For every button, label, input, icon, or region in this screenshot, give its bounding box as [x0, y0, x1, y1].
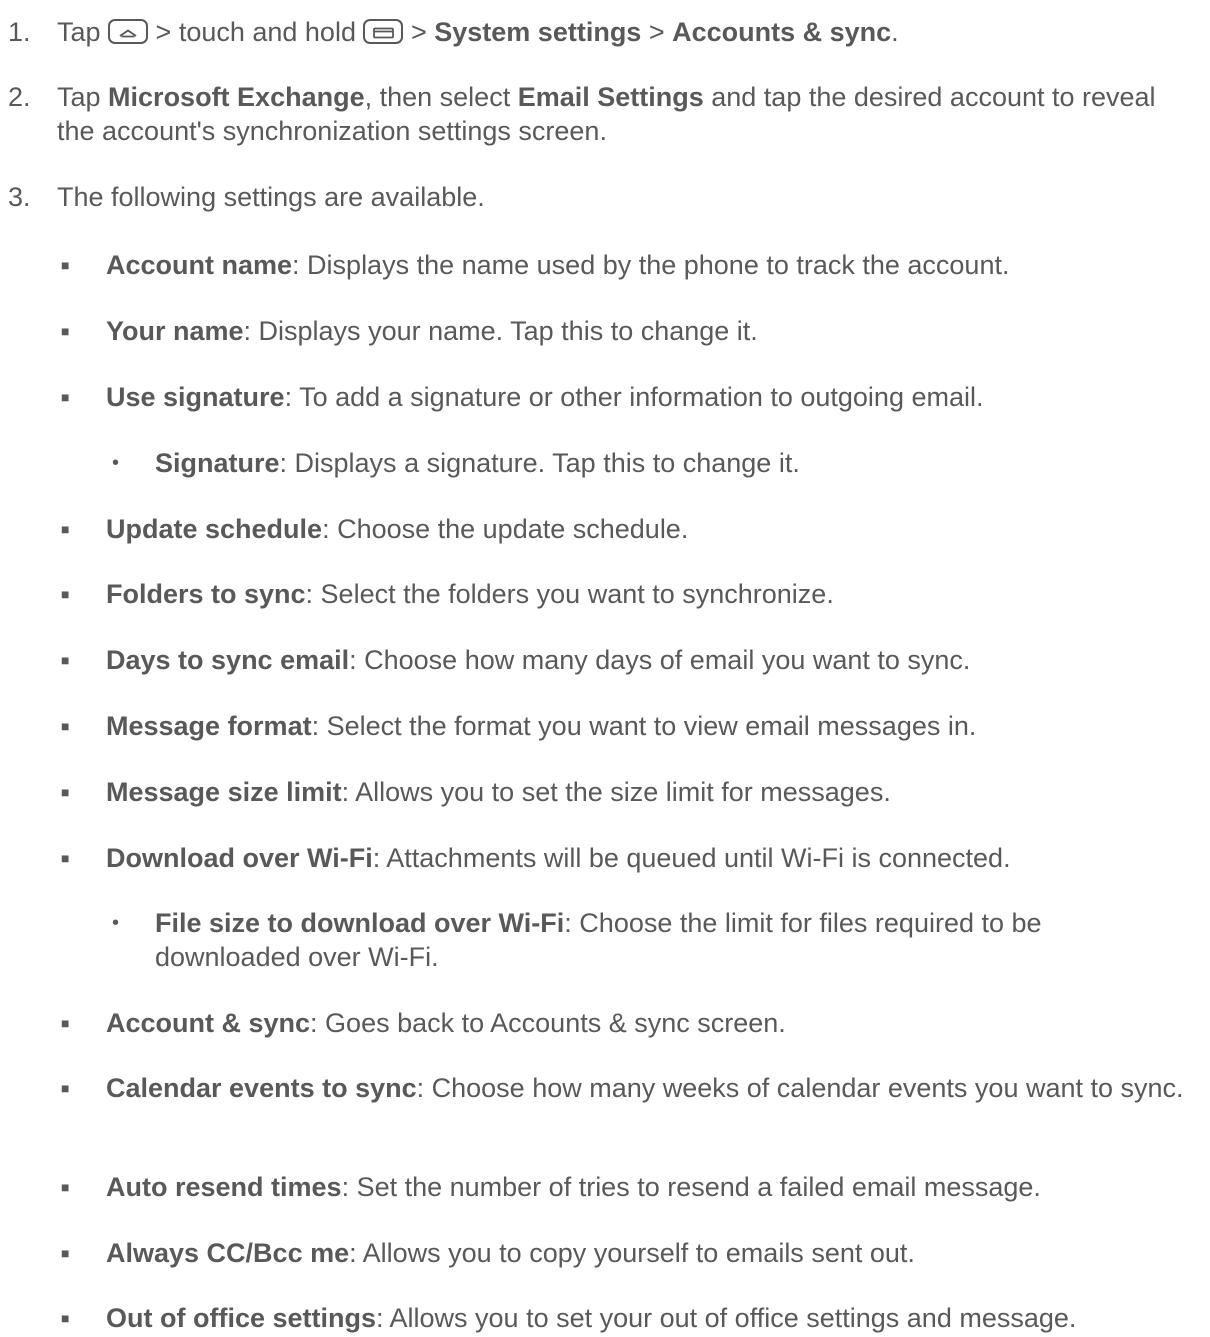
menu-path-microsoft-exchange: Microsoft Exchange [108, 82, 365, 112]
setting-term: Your name [106, 316, 244, 346]
setting-description: : Select the format you want to view ema… [311, 711, 977, 741]
setting-description: : Displays a signature. Tap this to chan… [279, 448, 800, 478]
list-item: ■ Use signature: To add a signature or ot… [0, 380, 1210, 414]
setting-term: Download over Wi-Fi [106, 843, 373, 873]
setting-term: Signature [155, 448, 280, 478]
list-item: ■ Out of office settings: Allows you to s… [0, 1301, 1210, 1335]
square-bullet-icon: ■ [61, 1179, 70, 1195]
square-bullet-icon: ■ [61, 1245, 70, 1261]
square-bullet-icon: ■ [61, 389, 70, 405]
list-item: ■ Account & sync: Goes back to Accounts &… [0, 1006, 1210, 1040]
step-text: The following settings are available. [57, 182, 485, 212]
setting-term: Auto resend times [106, 1172, 342, 1202]
setting-term: Out of office settings [106, 1303, 376, 1333]
step-number: 3. [8, 182, 31, 212]
step-number: 1. [8, 17, 31, 47]
setting-description: : Displays the name used by the phone to… [292, 250, 1010, 280]
square-bullet-icon: ■ [61, 784, 70, 800]
setting-description: : Choose how many days of email you want… [349, 645, 971, 675]
setting-description: : Set the number of tries to resend a fa… [341, 1172, 1041, 1202]
list-item: ■ Account name: Displays the name used by… [0, 248, 1210, 282]
square-bullet-icon: ■ [61, 718, 70, 734]
step-text: Tap [57, 82, 109, 112]
setting-description: : Displays your name. Tap this to change… [243, 316, 758, 346]
setting-description: : Goes back to Accounts & sync screen. [310, 1008, 786, 1038]
setting-description: : Attachments will be queued until Wi-Fi… [372, 843, 1011, 873]
square-bullet-icon: ■ [61, 521, 70, 537]
list-item: ■ Auto resend times: Set the number of tr… [0, 1170, 1210, 1204]
step-text: > touch and hold [148, 17, 364, 47]
step-text: > [403, 17, 435, 47]
square-bullet-icon: ■ [61, 323, 70, 339]
setting-term: Update schedule [106, 514, 323, 544]
menu-key-icon [363, 19, 404, 44]
list-item: ■ Your name: Displays your name. Tap this… [0, 314, 1210, 348]
list-item: ■ Download over Wi-Fi: Attachments will b… [0, 841, 1210, 875]
list-item: ■ Update schedule: Choose the update sche… [0, 512, 1210, 546]
setting-description: : Select the folders you want to synchro… [305, 579, 834, 609]
setting-term: File size to download over Wi-Fi [155, 908, 565, 938]
setting-description: : Choose how many weeks of calendar even… [416, 1073, 1184, 1103]
setting-term: Message size limit [106, 777, 342, 807]
setting-description: : Allows you to copy yourself to emails … [349, 1238, 915, 1268]
menu-path-accounts-sync: Accounts & sync [672, 17, 892, 47]
menu-path-system-settings: System settings [434, 17, 642, 47]
setting-description: : Choose the update schedule. [322, 514, 689, 544]
setting-term: Always CC/Bcc me [106, 1238, 350, 1268]
step-3: 3. The following settings are available. [0, 180, 1210, 214]
step-text: > [641, 17, 673, 47]
square-bullet-icon: ■ [61, 850, 70, 866]
setting-description: : Allows you to set the size limit for m… [341, 777, 891, 807]
square-bullet-icon: ■ [61, 1080, 70, 1096]
list-item: ■ Always CC/Bcc me: Allows you to copy yo… [0, 1236, 1210, 1270]
setting-term: Days to sync email [106, 645, 350, 675]
step-text: , then select [364, 82, 518, 112]
square-bullet-icon: ■ [61, 586, 70, 602]
step-text: Tap [57, 17, 109, 47]
square-bullet-icon: ■ [61, 257, 70, 273]
setting-term: Account & sync [106, 1008, 311, 1038]
setting-description: : Allows you to set your out of office s… [376, 1303, 1077, 1333]
setting-description: : To add a signature or other informatio… [284, 382, 984, 412]
dot-bullet-icon: • [112, 452, 120, 474]
setting-term: Calendar events to sync [106, 1073, 417, 1103]
step-text: . [891, 17, 899, 47]
step-number: 2. [8, 82, 31, 112]
list-item: ■ Message size limit: Allows you to set t… [0, 775, 1210, 809]
list-item: ■ Folders to sync: Select the folders you… [0, 577, 1210, 611]
dot-bullet-icon: • [112, 912, 120, 934]
square-bullet-icon: ■ [61, 1310, 70, 1326]
list-item: ■ Message format: Select the format you w… [0, 709, 1210, 743]
list-item: • Signature: Displays a signature. Tap th… [0, 446, 1210, 480]
square-bullet-icon: ■ [61, 652, 70, 668]
menu-path-email-settings: Email Settings [517, 82, 704, 112]
square-bullet-icon: ■ [61, 1015, 70, 1031]
home-key-icon [108, 19, 149, 44]
setting-term: Folders to sync [106, 579, 306, 609]
setting-term: Use signature [106, 382, 285, 412]
step-1: 1. Tap > touch and hold > System setting… [0, 15, 1210, 49]
list-item: ■ Days to sync email: Choose how many day… [0, 643, 1210, 677]
setting-term: Account name [106, 250, 293, 280]
setting-term: Message format [106, 711, 312, 741]
step-2: 2. Tap Microsoft Exchange, then select E… [0, 80, 1167, 148]
list-item: • File size to download over Wi-Fi: Choos… [0, 906, 1175, 974]
list-item: ■ Calendar events to sync: Choose how man… [0, 1071, 1210, 1105]
